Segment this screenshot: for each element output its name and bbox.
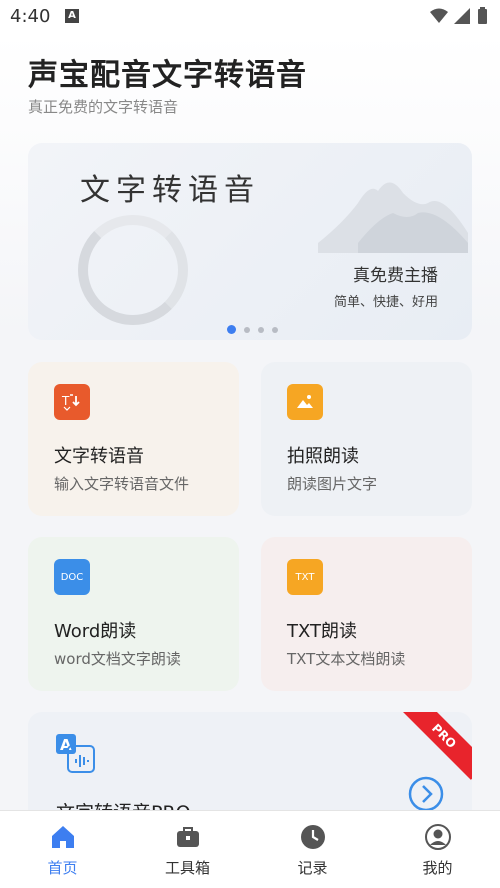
bottom-tab-bar: 首页 工具箱 记录 我的 [0, 810, 500, 888]
feature-title: 拍照朗读 [287, 446, 359, 467]
feature-card-photo-read[interactable]: 拍照朗读 朗读图片文字 [261, 362, 472, 516]
feature-desc: 输入文字转语音文件 [54, 475, 190, 493]
feature-title: TXT朗读 [287, 621, 358, 642]
tab-label: 我的 [422, 859, 453, 877]
banner-subtext: 简单、快捷、好用 [333, 295, 438, 310]
carousel-indicator[interactable] [227, 325, 278, 334]
feature-desc: TXT文本文档朗读 [287, 650, 406, 668]
doc-icon: DOC [54, 559, 90, 595]
user-icon [424, 824, 451, 850]
clock-icon [300, 825, 325, 849]
svg-text:A: A [60, 736, 72, 754]
feature-title: 文字转语音 [54, 446, 144, 467]
svg-text:T: T [61, 394, 70, 408]
arrow-right-circle-icon[interactable] [408, 776, 444, 810]
image-icon [287, 384, 323, 420]
tab-mine[interactable]: 我的 [375, 811, 500, 888]
notification-icon: A [65, 9, 79, 23]
signal-battery-icons [430, 7, 487, 24]
main-scroll[interactable]: 声宝配音文字转语音 真正免费的文字转语音 文字转语音 真免费主播 简单、快捷、好… [0, 34, 500, 810]
pro-title: 文字转语音PRO [56, 798, 191, 810]
txt-icon: TXT [287, 559, 323, 595]
status-bar: 4:40 A [0, 0, 500, 34]
toolbox-icon [176, 827, 199, 847]
carousel-dot[interactable] [272, 326, 278, 333]
feature-desc: 朗读图片文字 [287, 475, 378, 493]
carousel-dot[interactable] [258, 326, 264, 333]
mountain-decoration [318, 182, 468, 253]
carousel-dot[interactable] [244, 326, 250, 333]
feature-card-text-to-speech[interactable]: T 文字转语音 输入文字转语音文件 [28, 362, 239, 516]
tab-label: 首页 [47, 859, 78, 877]
carousel-dot[interactable] [227, 325, 236, 334]
tab-label: 记录 [297, 859, 328, 877]
feature-card-word-read[interactable]: DOC Word朗读 word文档文字朗读 [28, 537, 239, 691]
page-subtitle: 真正免费的文字转语音 [28, 98, 179, 116]
banner-heading: 文字转语音 [80, 173, 260, 208]
home-icon [51, 826, 74, 848]
ink-circle-decoration [78, 215, 188, 325]
tab-label: 工具箱 [164, 859, 210, 877]
feature-desc: word文档文字朗读 [54, 650, 181, 668]
feature-title: Word朗读 [54, 621, 137, 642]
pro-feature-card[interactable]: A 文字转语音PRO PRO [28, 712, 472, 810]
feature-card-txt-read[interactable]: TXT TXT朗读 TXT文本文档朗读 [261, 537, 472, 691]
pro-badge: PRO [400, 712, 472, 780]
page-title: 声宝配音文字转语音 [28, 58, 307, 93]
promo-banner[interactable]: 文字转语音 真免费主播 简单、快捷、好用 [28, 143, 472, 340]
tab-records[interactable]: 记录 [250, 811, 375, 888]
translate-audio-icon: A [56, 734, 95, 773]
tab-home[interactable]: 首页 [0, 811, 125, 888]
tab-toolbox[interactable]: 工具箱 [125, 811, 250, 888]
text-to-speech-icon: T [54, 384, 90, 420]
banner-tagline: 真免费主播 [353, 266, 438, 286]
status-time: 4:40 [10, 6, 51, 27]
